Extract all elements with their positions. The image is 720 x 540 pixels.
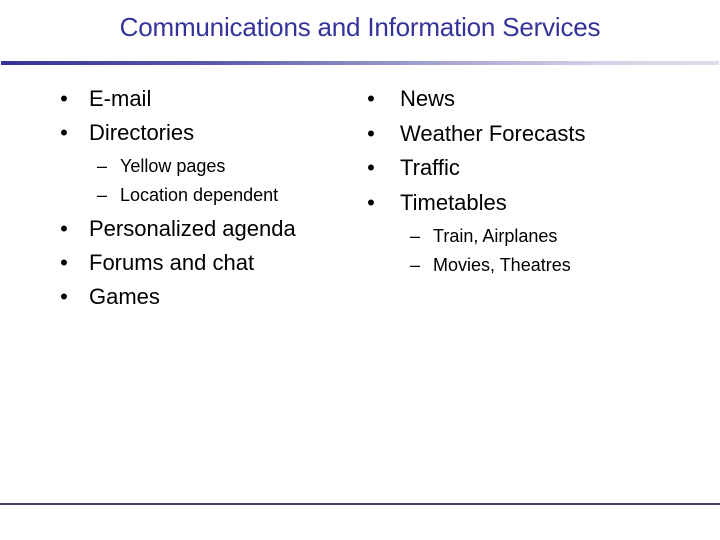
footer-rule [0, 503, 720, 505]
list-item-label: Traffic [400, 155, 460, 180]
subitem-yellow-pages: – Yellow pages [54, 152, 354, 181]
left-bullet-list: • E-mail • Directories – Yellow pages – … [54, 82, 354, 314]
list-item-weather-forecasts: • Weather Forecasts [361, 117, 701, 152]
list-item-games: • Games [54, 280, 354, 314]
list-item-traffic: • Traffic [361, 151, 701, 186]
list-item-label: Weather Forecasts [400, 120, 586, 146]
list-item-forums-and-chat: • Forums and chat [54, 246, 354, 280]
list-item-personalized-agenda: • Personalized agenda [54, 212, 354, 246]
list-item-label: Forums and chat [89, 250, 255, 275]
directories-sublist: – Yellow pages – Location dependent [54, 152, 354, 210]
bullet-icon: • [367, 86, 375, 111]
dash-icon: – [410, 255, 421, 275]
subitem-location-dependent: – Location dependent [54, 181, 354, 210]
subitem-label: Location dependent [120, 185, 279, 205]
right-bullet-list: • News • Weather Forecasts • Traffic • T… [361, 82, 701, 282]
bullet-icon: • [60, 284, 68, 309]
subitem-label: Yellow pages [120, 156, 226, 176]
list-item-directories: • Directories – Yellow pages – Location … [54, 116, 354, 210]
list-item-label: Games [89, 284, 160, 309]
title-gradient-rule [1, 61, 719, 65]
list-item-label: Directories [89, 120, 195, 145]
dash-icon: – [97, 185, 108, 205]
subitem-label: Train, Airplanes [433, 226, 558, 246]
subitem-train-airplanes: – Train, Airplanes [361, 222, 701, 251]
list-item-timetables: • Timetables – Train, Airplanes – Movies… [361, 186, 701, 281]
bullet-icon: • [60, 216, 68, 241]
timetables-sublist: – Train, Airplanes – Movies, Theatres [361, 222, 701, 280]
list-item-label: News [400, 86, 456, 111]
list-item-email: • E-mail [54, 82, 354, 116]
subitem-movies-theatres: – Movies, Theatres [361, 251, 701, 280]
list-item-news: • News [361, 82, 701, 117]
list-item-label: Personalized agenda [89, 216, 296, 241]
slide-title: Communications and Information Services [119, 12, 601, 42]
bullet-icon: • [60, 120, 68, 145]
bullet-icon: • [367, 155, 375, 180]
bullet-icon: • [60, 86, 68, 111]
bullet-icon: • [60, 250, 68, 275]
list-item-label: Timetables [400, 189, 507, 215]
bullet-icon: • [367, 189, 375, 215]
dash-icon: – [410, 226, 421, 246]
dash-icon: – [97, 156, 108, 176]
subitem-label: Movies, Theatres [433, 255, 571, 275]
list-item-label: E-mail [89, 86, 152, 111]
bullet-icon: • [367, 120, 375, 146]
